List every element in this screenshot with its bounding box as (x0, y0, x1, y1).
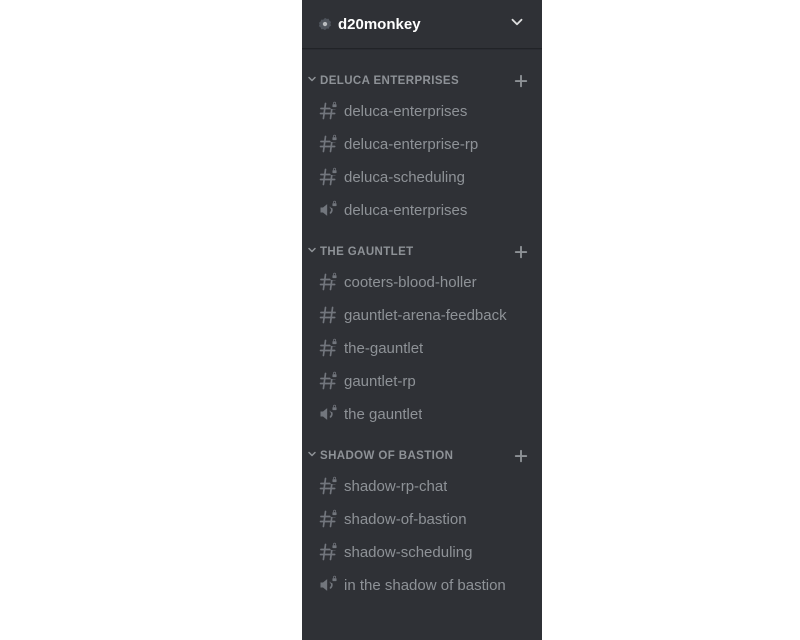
text-channel[interactable]: shadow-rp-chat (310, 470, 534, 502)
speaker-icon (318, 575, 338, 595)
hash-icon (318, 305, 338, 325)
category-name: SHADOW OF BASTION (320, 450, 453, 462)
lock-icon (330, 508, 339, 517)
channel-category: THE GAUNTLET cooters-blood-holler gauntlet… (302, 227, 542, 430)
category-toggle[interactable]: THE GAUNTLET (306, 243, 414, 261)
voice-channel[interactable]: the gauntlet (310, 398, 534, 430)
hash-icon (318, 476, 338, 496)
lock-icon (330, 100, 339, 109)
hash-icon (318, 542, 338, 562)
category-name: THE GAUNTLET (320, 246, 414, 258)
speaker-icon (318, 404, 338, 424)
hash-icon (318, 371, 338, 391)
chevron-down-icon (306, 447, 318, 465)
lock-icon (330, 475, 339, 484)
channel-name: shadow-rp-chat (344, 478, 447, 495)
lock-icon (330, 199, 339, 208)
voice-channel[interactable]: deluca-enterprises (310, 194, 534, 226)
channel-name: in the shadow of bastion (344, 577, 506, 594)
channel-list: deluca-enterprises deluca-enterprise-rp de… (302, 92, 542, 226)
category-list: DELUCA ENTERPRISESdeluca-enterprisesdelu… (302, 48, 542, 640)
text-channel[interactable]: gauntlet-arena-feedback (310, 299, 534, 331)
channel-category: SHADOW OF BASTION shadow-rp-chat shadow-of… (302, 431, 542, 601)
channel-name: shadow-scheduling (344, 544, 472, 561)
channel-sidebar: d20monkey DELUCA ENTERPRISES deluca-enter… (302, 0, 542, 640)
chevron-down-icon (306, 243, 318, 261)
server-name: d20monkey (338, 16, 421, 33)
lock-icon (330, 133, 339, 142)
add-channel-button[interactable] (512, 243, 530, 261)
voice-channel[interactable]: in the shadow of bastion (310, 569, 534, 601)
channel-list: cooters-blood-holler gauntlet-arena-feedb… (302, 263, 542, 430)
lock-icon (330, 166, 339, 175)
hash-icon (318, 134, 338, 154)
text-channel[interactable]: the-gauntlet (310, 332, 534, 364)
speaker-icon (318, 200, 338, 220)
hash-icon (318, 101, 338, 121)
chevron-down-icon (508, 13, 526, 36)
lock-icon (330, 403, 339, 412)
text-channel[interactable]: shadow-scheduling (310, 536, 534, 568)
server-header[interactable]: d20monkey (302, 0, 542, 48)
category-toggle[interactable]: SHADOW OF BASTION (306, 447, 453, 465)
channel-name: the-gauntlet (344, 340, 423, 357)
category-name: DELUCA ENTERPRISES (320, 75, 459, 87)
channel-category: DELUCA ENTERPRISESdeluca-enterprisesdelu… (302, 56, 542, 226)
lock-icon (330, 271, 339, 280)
channel-name: the gauntlet (344, 406, 422, 423)
channel-name: deluca-scheduling (344, 169, 465, 186)
text-channel[interactable]: deluca-scheduling (310, 161, 534, 193)
hash-icon (318, 338, 338, 358)
hash-icon (318, 167, 338, 187)
text-channel[interactable]: gauntlet-rp (310, 365, 534, 397)
channel-name: gauntlet-arena-feedback (344, 307, 507, 324)
channel-name: shadow-of-bastion (344, 511, 467, 528)
category-toggle[interactable]: DELUCA ENTERPRISES (306, 72, 459, 90)
server-header-title: d20monkey (318, 16, 421, 33)
lock-icon (330, 337, 339, 346)
category-header[interactable]: SHADOW OF BASTION (302, 445, 542, 467)
add-channel-button[interactable] (512, 72, 530, 90)
text-channel[interactable]: deluca-enterprises (310, 95, 534, 127)
category-header[interactable]: DELUCA ENTERPRISES (302, 70, 542, 92)
hash-icon (318, 272, 338, 292)
category-header[interactable]: THE GAUNTLET (302, 241, 542, 263)
text-channel[interactable]: deluca-enterprise-rp (310, 128, 534, 160)
hash-icon (318, 509, 338, 529)
lock-icon (330, 370, 339, 379)
server-verified-icon (318, 17, 332, 31)
channel-list: shadow-rp-chat shadow-of-bastion shadow-sc… (302, 467, 542, 601)
lock-icon (330, 541, 339, 550)
channel-name: cooters-blood-holler (344, 274, 477, 291)
text-channel[interactable]: shadow-of-bastion (310, 503, 534, 535)
lock-icon (330, 574, 339, 583)
channel-name: deluca-enterprises (344, 103, 467, 120)
add-channel-button[interactable] (512, 447, 530, 465)
channel-name: deluca-enterprise-rp (344, 136, 478, 153)
chevron-down-icon (306, 72, 318, 90)
channel-name: gauntlet-rp (344, 373, 416, 390)
text-channel[interactable]: cooters-blood-holler (310, 266, 534, 298)
channel-name: deluca-enterprises (344, 202, 467, 219)
